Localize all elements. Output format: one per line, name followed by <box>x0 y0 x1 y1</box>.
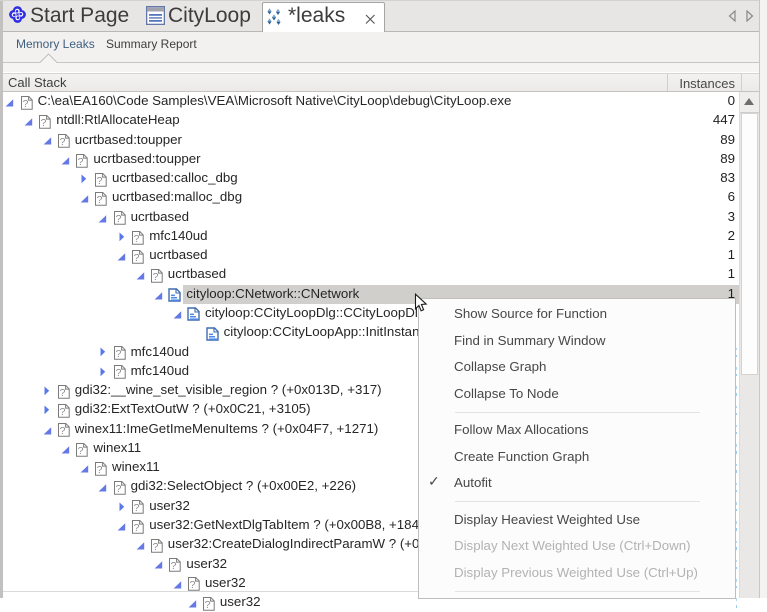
svg-text:?: ? <box>134 503 140 515</box>
svg-text:?: ? <box>59 136 65 148</box>
svg-text:?: ? <box>97 175 103 187</box>
svg-text:?: ? <box>134 233 140 245</box>
svg-text:?: ? <box>41 117 47 129</box>
svg-text:?: ? <box>78 156 84 168</box>
svg-text:?: ? <box>205 599 211 611</box>
svg-text:?: ? <box>115 368 121 380</box>
svg-text:?: ? <box>115 483 121 495</box>
svg-text:?: ? <box>115 214 121 226</box>
svg-text:?: ? <box>152 271 158 283</box>
svg-text:?: ? <box>134 252 140 264</box>
svg-text:?: ? <box>78 445 84 457</box>
svg-text:?: ? <box>134 522 140 534</box>
svg-text:?: ? <box>59 406 65 418</box>
svg-text:?: ? <box>190 580 196 592</box>
svg-text:?: ? <box>97 194 103 206</box>
svg-text:?: ? <box>59 425 65 437</box>
svg-text:?: ? <box>97 464 103 476</box>
svg-text:?: ? <box>59 387 65 399</box>
svg-text:?: ? <box>152 541 158 553</box>
svg-text:?: ? <box>171 560 177 572</box>
svg-text:?: ? <box>115 348 121 360</box>
svg-text:?: ? <box>22 98 28 110</box>
